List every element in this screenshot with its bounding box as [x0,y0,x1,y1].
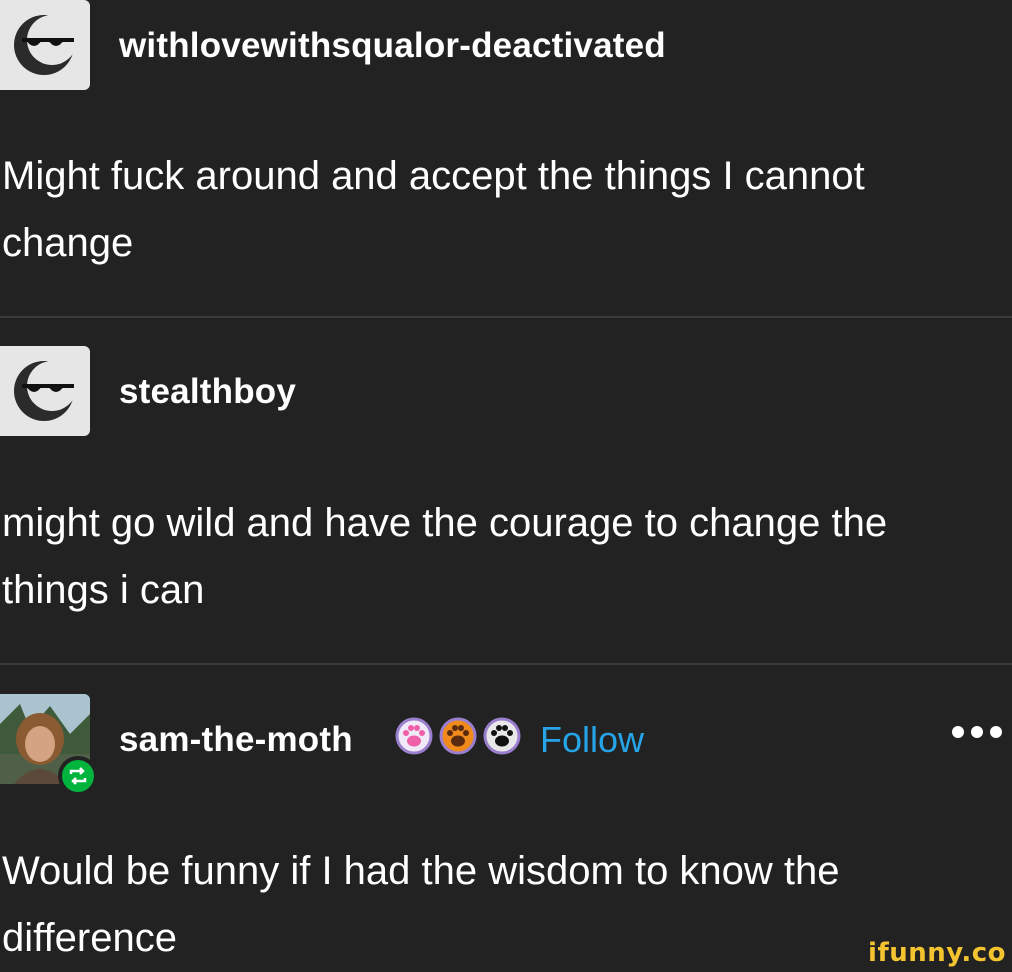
post-text-line: difference [2,916,177,960]
username[interactable]: stealthboy [119,372,296,412]
username[interactable]: withlovewithsqualor-deactivated [119,26,666,66]
black-paw-icon [483,717,521,755]
more-options-button[interactable] [952,712,1008,752]
badges [394,716,522,756]
post-text: might go wild and have the courage to ch… [2,490,1012,624]
follow-button[interactable]: Follow [540,719,644,761]
post-text-line: things i can [2,568,205,612]
reblog-icon [69,767,87,785]
post-text-line: Might fuck around and accept the things … [2,154,865,198]
sunglasses-moon-icon [14,361,77,421]
orange-paw-icon [439,717,477,755]
divider [0,316,1012,318]
divider [0,663,1012,665]
post-text-line: change [2,221,134,265]
watermark: ifunny.co [868,938,1006,968]
post-text: Would be funny if I had the wisdom to kn… [2,838,1012,972]
avatar[interactable] [0,346,90,436]
post-header-2: stealthboy [0,346,1012,436]
avatar[interactable] [0,0,90,90]
post-text-line: might go wild and have the courage to ch… [2,501,888,545]
post-text-line: Would be funny if I had the wisdom to kn… [2,849,840,893]
dot-icon [971,726,983,738]
post-header-3: sam-the-moth Follow [0,694,1012,796]
pink-paw-icon [395,717,433,755]
dot-icon [990,726,1002,738]
post-header-1: withlovewithsqualor-deactivated [0,0,1012,90]
reblog-badge [58,756,98,796]
dot-icon [952,726,964,738]
sunglasses-moon-icon [14,15,77,75]
username[interactable]: sam-the-moth [119,720,353,760]
post-text: Might fuck around and accept the things … [2,143,1012,277]
